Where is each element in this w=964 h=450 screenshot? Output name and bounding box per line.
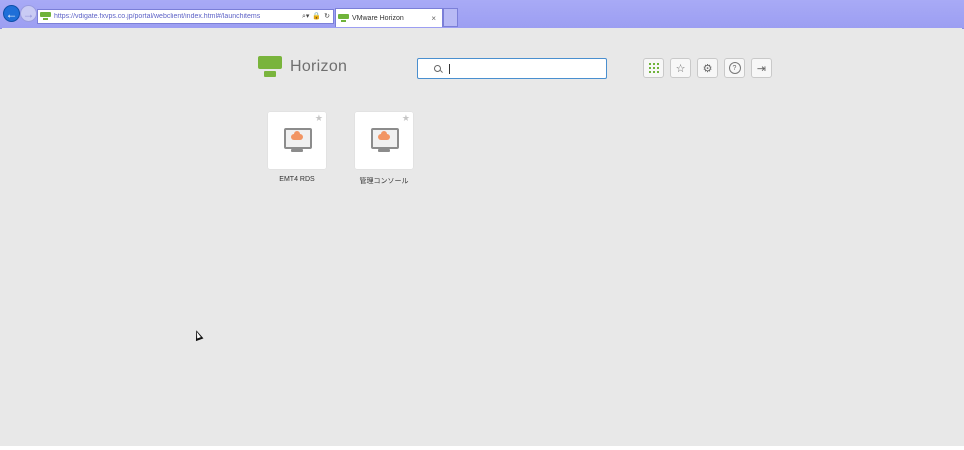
search-dropdown-icon[interactable]: ⌕▾ — [302, 12, 309, 21]
horizon-logo-icon — [258, 56, 282, 78]
back-button[interactable]: ← — [3, 5, 20, 22]
tab-title: VMware Horizon — [352, 14, 404, 22]
toolbar: ☆ ⚙ ? ⇥ — [643, 58, 772, 78]
favorites-button[interactable]: ☆ — [670, 58, 691, 78]
favorite-star-icon[interactable]: ★ — [315, 113, 323, 124]
arrow-right-icon: → — [22, 6, 35, 21]
app-label-admin-console[interactable]: 管理コンソール — [344, 176, 424, 186]
tab-vmware-horizon[interactable]: VMware Horizon × — [335, 8, 443, 27]
desktop-cloud-icon — [370, 127, 399, 155]
favorites-star-icon: ☆ — [675, 62, 686, 75]
app-label-emt4-rds[interactable]: EMT4 RDS — [257, 176, 337, 183]
app-tile-emt4-rds[interactable]: ★ — [268, 112, 326, 169]
logo-text: Horizon — [290, 58, 348, 75]
desktop-cloud-icon — [283, 127, 312, 155]
settings-gear-icon: ⚙ — [702, 62, 713, 75]
favorite-star-icon[interactable]: ★ — [402, 113, 410, 124]
bottom-edge — [0, 446, 964, 450]
tab-close-icon[interactable]: × — [431, 14, 436, 23]
search-icon — [434, 65, 441, 72]
new-tab-button[interactable] — [443, 8, 458, 27]
help-button[interactable]: ? — [724, 58, 745, 78]
logout-icon: ⇥ — [756, 62, 767, 75]
url-text[interactable]: https://vdigate.fxvps.co.jp/portal/webcl… — [54, 13, 302, 20]
arrow-left-icon: ← — [5, 6, 18, 21]
horizon-favicon-icon — [40, 12, 51, 21]
settings-button[interactable]: ⚙ — [697, 58, 718, 78]
app-tile-admin-console[interactable]: ★ — [355, 112, 413, 169]
search-input[interactable] — [447, 63, 597, 74]
apps-grid-button[interactable] — [643, 58, 664, 78]
browser-chrome: ← → https://vdigate.fxvps.co.jp/portal/w… — [0, 0, 964, 29]
forward-button[interactable]: → — [20, 5, 37, 22]
lock-icon[interactable]: 🔒 — [312, 12, 321, 21]
horizon-favicon-icon — [338, 13, 349, 23]
address-bar[interactable]: https://vdigate.fxvps.co.jp/portal/webcl… — [37, 9, 334, 24]
apps-grid-icon — [648, 63, 659, 73]
help-icon: ? — [728, 62, 741, 74]
horizon-logo: Horizon — [258, 56, 347, 78]
search-box[interactable] — [417, 58, 607, 79]
refresh-icon[interactable]: ↻ — [324, 12, 330, 21]
text-caret — [449, 63, 450, 74]
logout-button[interactable]: ⇥ — [751, 58, 772, 78]
page-content — [2, 28, 962, 446]
